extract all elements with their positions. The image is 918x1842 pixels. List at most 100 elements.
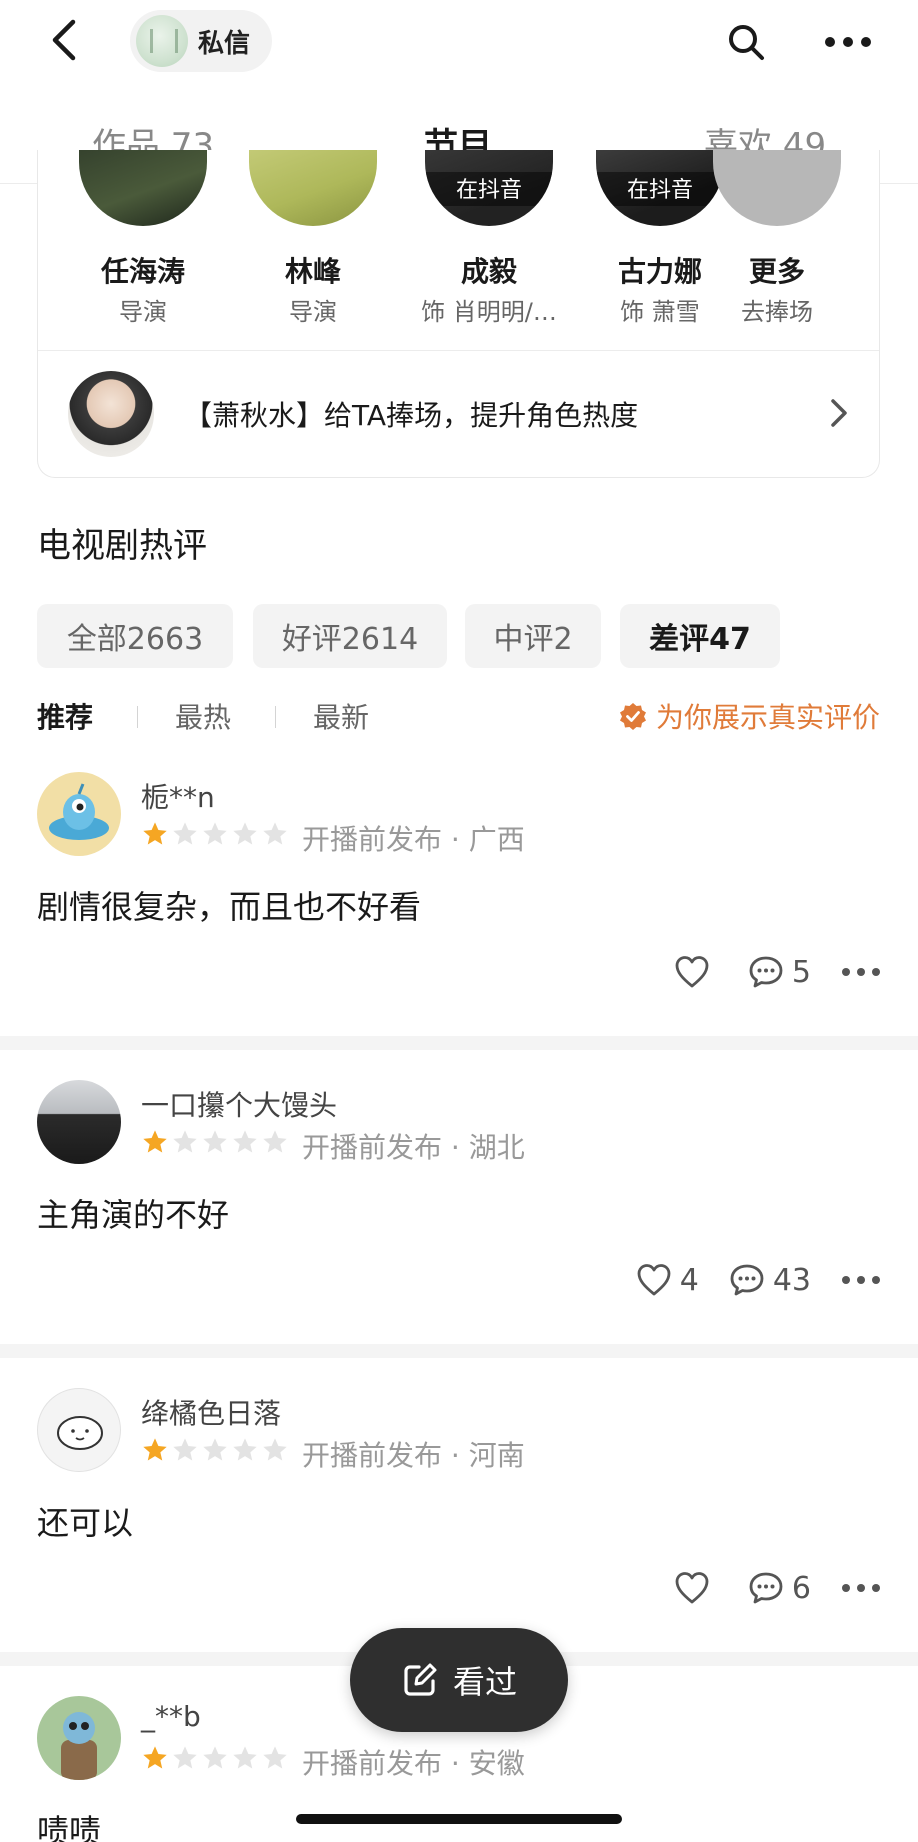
star-filled-icon (143, 822, 167, 845)
avatar[interactable] (37, 1388, 121, 1472)
review-actions: 6 (644, 1566, 881, 1610)
more-icon (842, 1584, 880, 1592)
direct-message-button[interactable]: 私信 (130, 10, 272, 72)
avatar[interactable] (37, 1080, 121, 1164)
search-button[interactable] (722, 18, 770, 66)
live-badge: 在抖音 (425, 172, 553, 206)
review-username[interactable]: _**b (141, 1700, 201, 1733)
cast-list: 任海涛 导演 林峰 导演 在抖音 成毅 饰 肖明明/… 在抖音 古力娜 饰 萧雪… (38, 150, 879, 350)
review-meta: 开播前发布 · 安徽 (302, 1747, 525, 1780)
review-meta: 开播前发布 · 河南 (302, 1439, 525, 1472)
comment-icon (730, 1264, 764, 1296)
avatar[interactable] (37, 772, 121, 856)
star-rating (141, 1436, 289, 1464)
star-empty-icon (233, 1746, 257, 1769)
chevron-left-icon (52, 19, 76, 61)
like-button[interactable] (674, 955, 718, 989)
back-button[interactable] (40, 16, 88, 64)
cast-name: 林峰 (284, 255, 341, 288)
review-username[interactable]: 一口攥个大馒头 (141, 1084, 337, 1124)
cast-role: 去捧场 (741, 298, 813, 326)
review-username[interactable]: 栀**n (141, 776, 215, 816)
star-empty-icon (173, 1438, 197, 1461)
review-separator (0, 1036, 918, 1050)
star-empty-icon (233, 822, 257, 845)
comment-button[interactable]: 6 (748, 1571, 811, 1606)
chevron-right-icon (831, 399, 847, 427)
like-button[interactable] (674, 1571, 718, 1605)
character-avatar (68, 371, 154, 457)
comment-button[interactable]: 43 (729, 1263, 811, 1298)
direct-message-label: 私信 (198, 28, 251, 59)
star-empty-icon (173, 822, 197, 845)
verified-badge-icon (619, 703, 646, 730)
heart-icon (675, 1572, 709, 1604)
cast-name: 任海涛 (100, 255, 185, 288)
review-meta: 开播前发布 · 广西 (302, 823, 525, 856)
sort-hottest[interactable]: 最热 (175, 696, 231, 736)
cast-photo (713, 150, 841, 226)
comment-icon (749, 1572, 783, 1604)
review-item: 绛橘色日落 开播前发布 · 河南 还可以 6 (0, 1388, 918, 1638)
avatar[interactable] (37, 1696, 121, 1780)
review-separator (0, 1344, 918, 1358)
review-text: 主角演的不好 (37, 1196, 230, 1234)
search-icon (729, 25, 764, 60)
like-button[interactable]: 4 (636, 1263, 699, 1298)
comment-count: 6 (791, 1570, 811, 1606)
sort-newest[interactable]: 最新 (313, 696, 369, 736)
star-empty-icon (173, 1130, 197, 1153)
star-empty-icon (203, 1746, 227, 1769)
like-count: 4 (679, 1262, 699, 1298)
star-empty-icon (263, 1438, 287, 1461)
divider (275, 706, 276, 728)
comment-button[interactable]: 5 (748, 955, 811, 990)
cast-card: 任海涛 导演 林峰 导演 在抖音 成毅 饰 肖明明/… 在抖音 古力娜 饰 萧雪… (37, 150, 880, 478)
filter-neutral[interactable]: 中评2 (465, 604, 601, 668)
cast-role: 饰 肖明明/… (421, 298, 557, 326)
star-filled-icon (143, 1130, 167, 1153)
review-more-button[interactable] (841, 1275, 881, 1285)
sort-recommended[interactable]: 推荐 (37, 696, 93, 736)
boost-character-row[interactable]: 【萧秋水】给TA捧场，提升角色热度 (38, 351, 879, 477)
star-empty-icon (203, 1438, 227, 1461)
star-filled-icon (143, 1438, 167, 1461)
review-text: 啧啧 (37, 1812, 102, 1842)
edit-icon (404, 1663, 437, 1696)
cast-photo (249, 150, 377, 226)
filter-negative[interactable]: 差评47 (620, 604, 780, 668)
sheep-avatar-icon (57, 1416, 103, 1450)
review-text: 剧情很复杂，而且也不好看 (37, 888, 422, 926)
cartoon-avatar-icon (49, 783, 109, 840)
cast-name: 更多 (748, 255, 805, 288)
review-text: 还可以 (37, 1504, 134, 1542)
more-icon (825, 37, 871, 47)
authentic-reviews-notice: 为你展示真实评价 (618, 696, 880, 736)
review-meta: 开播前发布 · 湖北 (302, 1131, 525, 1164)
cast-photo: 在抖音 (596, 150, 724, 226)
star-empty-icon (263, 1746, 287, 1769)
star-empty-icon (263, 1130, 287, 1153)
star-empty-icon (203, 822, 227, 845)
review-username[interactable]: 绛橘色日落 (141, 1392, 281, 1432)
cartoon-avatar-icon (61, 1712, 97, 1780)
cast-photo (79, 150, 207, 226)
star-rating (141, 820, 289, 848)
cast-role: 导演 (289, 298, 337, 326)
section-title: 电视剧热评 (37, 526, 207, 566)
cast-name: 成毅 (460, 255, 517, 288)
more-icon (842, 1276, 880, 1284)
review-more-button[interactable] (841, 967, 881, 977)
divider (137, 706, 138, 728)
review-more-button[interactable] (841, 1583, 881, 1593)
more-options-button[interactable] (818, 18, 878, 66)
top-bar: 私信 (0, 0, 918, 84)
review-item: 栀**n 开播前发布 · 广西 剧情很复杂，而且也不好看 5 (0, 772, 918, 1022)
home-indicator (296, 1814, 622, 1824)
filter-positive[interactable]: 好评2614 (253, 604, 447, 668)
filter-all[interactable]: 全部2663 (37, 604, 233, 668)
watched-button[interactable]: 看过 (350, 1628, 568, 1732)
comment-count: 43 (772, 1262, 811, 1298)
watched-label: 看过 (452, 1663, 517, 1701)
star-rating (141, 1744, 289, 1772)
